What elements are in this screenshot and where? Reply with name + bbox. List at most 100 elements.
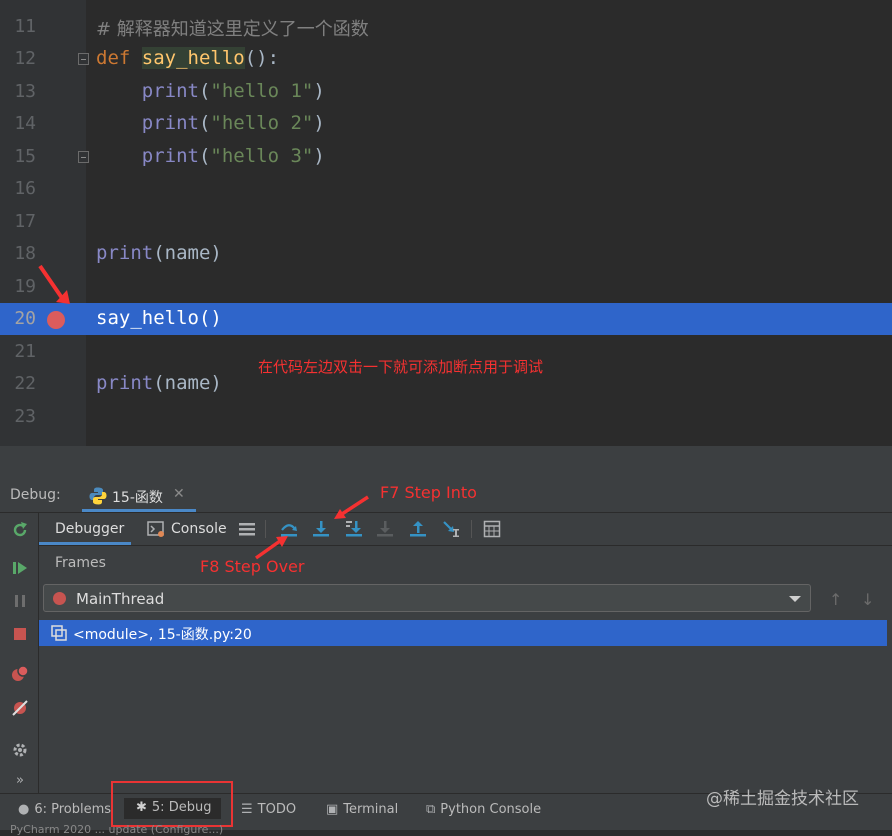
python-console-icon: ⧉ [426, 802, 436, 817]
code-line-16[interactable]: 16 [0, 173, 892, 205]
evaluate-expression-icon[interactable] [482, 519, 502, 539]
stack-frame-text: <module>, 15-函数.py:20 [73, 627, 252, 643]
settings-gear-icon[interactable] [9, 739, 31, 761]
todo-list-icon: ☰ [241, 802, 253, 817]
resume-icon[interactable] [9, 557, 31, 579]
tool-problems-label: 6: Problems [34, 802, 112, 817]
line-number: 19 [14, 276, 36, 297]
debug-title: Debug: [10, 487, 61, 503]
python-icon [89, 487, 107, 505]
session-name: 15-函数 [112, 490, 163, 506]
code-punct: ( [198, 145, 211, 167]
red-arrow-icon [254, 536, 288, 560]
code-line-17[interactable]: 17 [0, 206, 892, 238]
frames-panel: Frames MainThread ↑ ↓ <module>, 15-函数.py… [39, 546, 892, 793]
builtin-print: print [96, 372, 154, 394]
builtin-print: print [141, 112, 199, 134]
code-editor[interactable]: 11 # 解释器知道这里定义了一个函数 12 def say_hello(): … [0, 0, 892, 446]
more-chevron-icon[interactable]: » [9, 769, 31, 791]
tool-python-console-label: Python Console [440, 802, 542, 817]
breakpoint-icon[interactable] [47, 311, 65, 329]
tab-debugger[interactable]: Debugger [39, 513, 131, 545]
debug-session-tab[interactable]: 15-函数 ✕ [82, 480, 196, 512]
console-icon [147, 521, 164, 537]
builtin-print: print [96, 242, 154, 264]
code-line-18[interactable]: 18 print(name) [0, 238, 892, 270]
red-arrow-icon [334, 495, 369, 519]
pause-icon[interactable] [9, 590, 31, 612]
step-out-icon[interactable] [408, 519, 428, 539]
code-punct: ) [313, 80, 325, 102]
line-number: 22 [14, 373, 36, 394]
arrow-down-icon[interactable]: ↓ [861, 590, 874, 609]
tool-terminal-label: Terminal [343, 802, 399, 817]
line-number: 20 [14, 308, 36, 329]
debug-toolbar: Debugger Console [39, 513, 892, 546]
line-number: 16 [14, 178, 36, 199]
frames-title: Frames [55, 555, 106, 571]
code-line-23[interactable]: 23 [0, 401, 892, 433]
code-args: (name) [153, 372, 222, 394]
code-line-14[interactable]: 14 print("hello 2") [0, 108, 892, 140]
code-line-19[interactable]: 19 [0, 271, 892, 303]
string-literal: "hello 3" [210, 145, 314, 167]
mute-breakpoints-icon[interactable] [9, 697, 31, 719]
debug-left-rail: » [0, 513, 39, 793]
line-number: 21 [14, 341, 36, 362]
arrow-up-icon[interactable]: ↑ [829, 590, 842, 609]
code-line-11[interactable]: 11 # 解释器知道这里定义了一个函数 [0, 11, 892, 43]
code-args: (name) [153, 242, 222, 264]
code-line-15[interactable]: 15 print("hello 3") [0, 141, 892, 173]
status-bar-text: PyCharm 2020 ... update (Configure...) [10, 823, 224, 836]
code-punct: ( [198, 112, 211, 134]
code-line-20-current[interactable]: 20 say_hello() [0, 303, 892, 335]
watermark: @稀土掘金技术社区 [706, 789, 859, 809]
debug-tab-highlight-box [111, 781, 233, 827]
line-number: 11 [14, 16, 36, 37]
scrollbar[interactable] [887, 546, 892, 793]
toolbar-divider [471, 520, 472, 538]
fold-icon[interactable] [78, 53, 89, 65]
line-number: 17 [14, 211, 36, 232]
tool-terminal[interactable]: ▣ Terminal [326, 802, 398, 817]
tool-python-console[interactable]: ⧉ Python Console [426, 802, 541, 817]
builtin-print: print [141, 145, 199, 167]
panel-separator[interactable] [0, 446, 892, 480]
tab-console-label: Console [171, 521, 227, 537]
breakpoint-annotation: 在代码左边双击一下就可添加断点用于调试 [258, 358, 544, 376]
line-number: 13 [14, 81, 36, 102]
code-punct: (): [244, 47, 280, 69]
run-to-cursor-icon[interactable] [441, 519, 461, 539]
string-literal: "hello 2" [210, 112, 314, 134]
thread-status-icon [53, 592, 66, 605]
tool-todo[interactable]: ☰ TODO [241, 802, 296, 817]
keyword-def: def [96, 47, 131, 69]
view-breakpoints-icon[interactable] [9, 663, 31, 685]
line-number: 15 [14, 146, 36, 167]
step-into-icon[interactable] [311, 519, 331, 539]
builtin-print: print [141, 80, 199, 102]
code-line-12[interactable]: 12 def say_hello(): [0, 43, 892, 75]
close-icon[interactable]: ✕ [173, 486, 185, 502]
line-number: 23 [14, 406, 36, 427]
thread-dropdown[interactable]: MainThread [43, 584, 811, 612]
stack-frame-icon [51, 625, 67, 641]
stack-frame-row[interactable]: <module>, 15-函数.py:20 [39, 620, 887, 646]
code-line-13[interactable]: 13 print("hello 1") [0, 76, 892, 108]
code-text: say_hello() [96, 307, 222, 329]
code-punct: ( [198, 80, 211, 102]
terminal-icon: ▣ [326, 802, 339, 817]
code-comment: # 解释器知道这里定义了一个函数 [96, 19, 369, 40]
tool-todo-label: TODO [257, 802, 297, 817]
tool-problems[interactable]: ● 6: Problems [18, 802, 111, 817]
string-literal: "hello 1" [210, 80, 314, 102]
rerun-icon[interactable] [9, 519, 31, 541]
step-into-my-code-icon[interactable] [344, 519, 364, 539]
function-name: say_hello [141, 47, 245, 69]
chevron-down-icon [789, 596, 801, 602]
fold-end-icon[interactable] [78, 151, 89, 163]
stop-icon[interactable] [9, 623, 31, 645]
force-step-into-icon[interactable] [375, 519, 395, 539]
